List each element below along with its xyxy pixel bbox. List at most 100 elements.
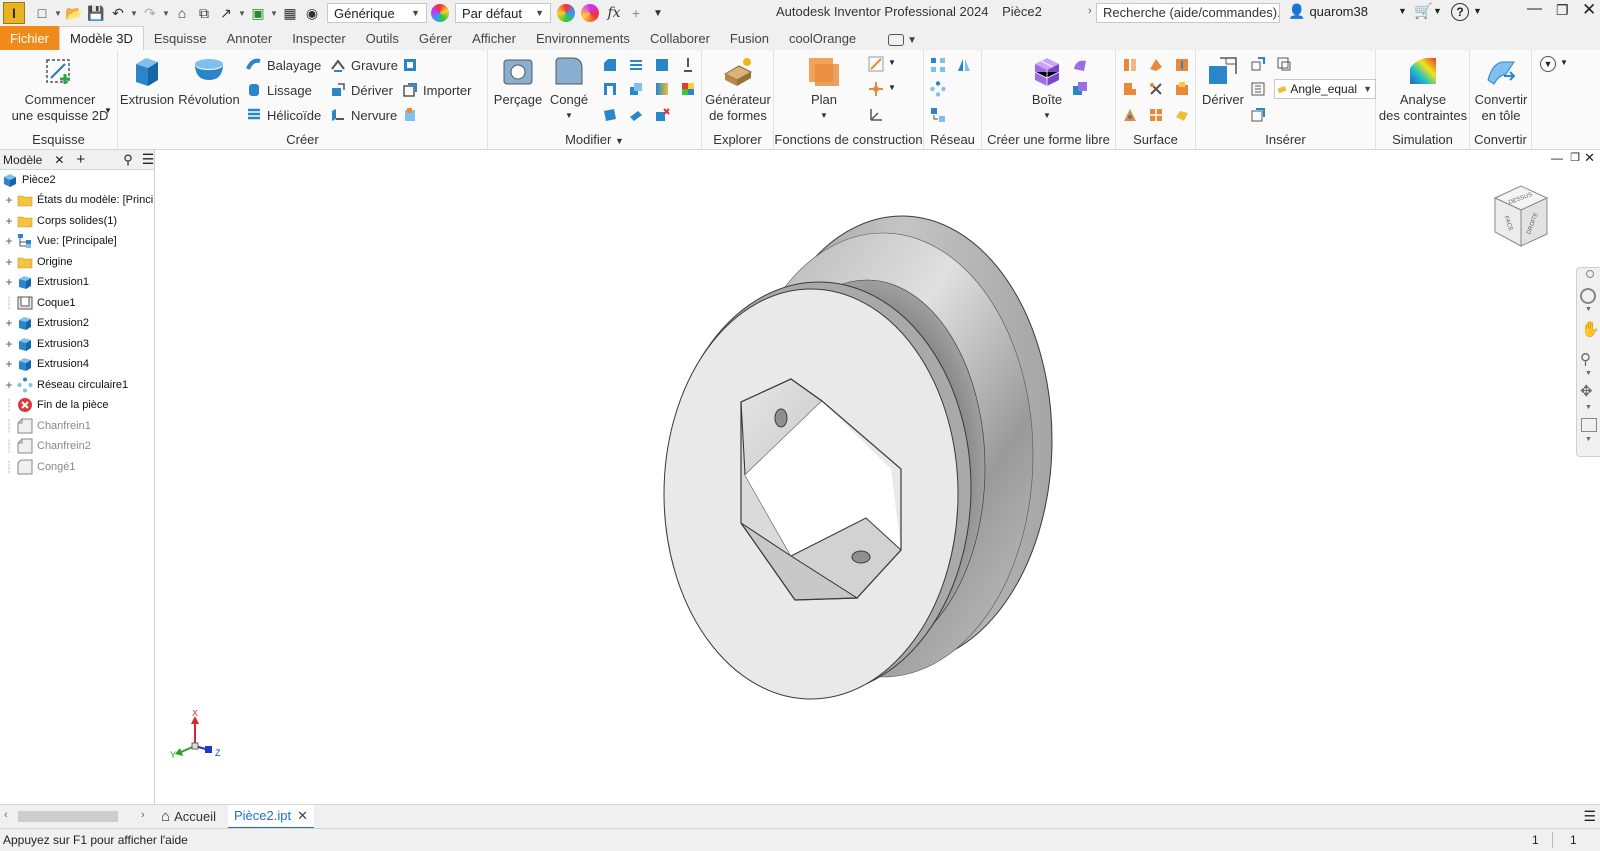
home-tab[interactable]: ⌂ Accueil <box>155 805 222 829</box>
tree-item[interactable]: ┊ Congé1 <box>0 457 76 477</box>
freeform-face-icon[interactable] <box>1072 57 1088 73</box>
material-sphere-icon[interactable]: ◉ <box>301 2 323 24</box>
mirror-icon[interactable] <box>956 57 972 73</box>
scroll-thumb[interactable] <box>18 811 118 822</box>
replace-face-icon[interactable] <box>680 81 696 97</box>
panel-title-modify[interactable]: Modifier ▼ <box>488 132 701 147</box>
part-model[interactable] <box>155 150 1600 804</box>
tree-item[interactable]: + Origine <box>0 252 72 272</box>
tab-sketch[interactable]: Esquisse <box>144 26 217 50</box>
point-dropdown-icon[interactable]: ▼ <box>888 83 896 92</box>
user-account[interactable]: 👤 quarom38 <box>1288 3 1368 20</box>
appearance-select[interactable]: Par défaut ▼ <box>455 3 551 23</box>
attach-icon[interactable] <box>1250 107 1266 123</box>
loft-button[interactable]: Lissage <box>246 79 312 101</box>
start-2d-sketch-button[interactable]: Commencer une esquisse 2D <box>8 54 112 124</box>
expand-plus-icon[interactable]: + <box>3 357 15 371</box>
tab-environments[interactable]: Environnements <box>526 26 640 50</box>
update-dropdown-icon[interactable]: ▼ <box>269 2 279 24</box>
rectangular-pattern-icon[interactable] <box>930 57 946 73</box>
tree-item[interactable]: + États du modèle: [Princi <box>0 190 153 210</box>
tree-item[interactable]: ┊ Chanfrein1 <box>0 416 91 436</box>
tab-3d-model[interactable]: Modèle 3D <box>59 26 144 50</box>
convert-sheet-metal-button[interactable]: Convertir en tôle <box>1472 54 1530 124</box>
revolution-button[interactable]: Révolution <box>176 54 242 108</box>
orbit-icon[interactable]: ✥ <box>1580 382 1593 400</box>
tab-annotate[interactable]: Annoter <box>217 26 283 50</box>
part-tab-close-icon[interactable]: ✕ <box>297 808 308 824</box>
patch-icon[interactable] <box>1122 81 1138 97</box>
ruled-surface-icon[interactable] <box>1122 107 1138 123</box>
measure-icon[interactable]: ▦ <box>279 2 301 24</box>
combine-icon[interactable] <box>628 81 644 97</box>
ribbon-display-toggle[interactable]: ▼ <box>888 34 917 46</box>
pan-hand-icon[interactable]: ✋ <box>1581 320 1600 338</box>
update-icon[interactable]: ▣ <box>247 2 269 24</box>
chamfer-icon[interactable] <box>602 57 618 73</box>
tree-item[interactable]: + Extrusion1 <box>0 272 89 292</box>
thicken-icon[interactable] <box>628 107 644 123</box>
customize-dropdown-icon[interactable]: ▼ <box>647 2 669 24</box>
circular-pattern-icon[interactable] <box>930 81 946 97</box>
tree-item[interactable]: + Vue: [Principale] <box>0 231 117 251</box>
restore-icon[interactable]: ❐ <box>1556 2 1569 19</box>
help-dropdown-icon[interactable]: ▼ <box>1473 6 1482 16</box>
undo-dropdown-icon[interactable]: ▼ <box>129 2 139 24</box>
user-dropdown-icon[interactable]: ▼ <box>1398 6 1407 16</box>
browser-add-icon[interactable]: + <box>76 151 85 168</box>
doc-tabs-menu-icon[interactable]: ☰ <box>1583 808 1596 825</box>
axis-icon[interactable] <box>868 56 884 72</box>
cart-dropdown-icon[interactable]: ▼ <box>1433 6 1442 16</box>
scroll-right-icon[interactable]: › <box>141 809 145 821</box>
delete-face-icon[interactable] <box>654 107 670 123</box>
coil-button[interactable]: Hélicoïde <box>246 104 321 126</box>
home-icon[interactable]: ⌂ <box>171 2 193 24</box>
import-button[interactable]: Importer <box>402 79 471 101</box>
sketch-pattern-icon[interactable] <box>930 107 946 123</box>
repair-bodies-icon[interactable] <box>1148 107 1164 123</box>
tree-item[interactable]: + Réseau circulaire1 <box>0 375 128 395</box>
open-folder-icon[interactable]: 📂 <box>63 2 85 24</box>
tab-coolorange[interactable]: coolOrange <box>779 26 866 50</box>
sweep-button[interactable]: Balayage <box>246 54 321 76</box>
browser-menu-icon[interactable]: ☰ <box>142 151 155 168</box>
derive-insert-button[interactable]: Dériver <box>1202 54 1244 108</box>
expand-plus-icon[interactable]: + <box>3 193 15 207</box>
expand-plus-icon[interactable]: + <box>3 378 15 392</box>
derive-button[interactable]: Dériver <box>330 79 393 101</box>
close-icon[interactable]: ✕ <box>1582 0 1596 20</box>
app-logo-icon[interactable]: I <box>3 2 25 24</box>
chevron-down-icon[interactable]: ▼ <box>1585 436 1592 443</box>
shape-generator-small-icon[interactable] <box>402 107 418 123</box>
thicken-offset-icon[interactable] <box>1122 57 1138 73</box>
shape-generator-button[interactable]: Générateur de formes <box>704 54 772 124</box>
nav-bar-close-icon[interactable] <box>1586 270 1594 278</box>
viewcube[interactable]: DESSUS FACE DROITE <box>1485 180 1555 255</box>
image-icon[interactable] <box>1276 56 1292 72</box>
tab-inspect[interactable]: Inspecter <box>282 26 355 50</box>
save-icon[interactable]: 💾 <box>85 2 107 24</box>
chevron-down-icon[interactable]: ▼ <box>1585 370 1592 377</box>
search-chevron-icon[interactable]: › <box>1088 5 1092 17</box>
browser-close-icon[interactable]: ✕ <box>54 153 64 167</box>
rib-button[interactable]: Nervure <box>330 104 397 126</box>
tab-view[interactable]: Afficher <box>462 26 526 50</box>
ucs-icon[interactable] <box>868 107 884 123</box>
zoom-icon[interactable]: ⚲ <box>1580 350 1591 368</box>
return-icon[interactable]: ⧉ <box>193 2 215 24</box>
hole-button[interactable]: Perçage <box>494 54 542 108</box>
tree-root-part[interactable]: Pièce2 <box>0 170 56 190</box>
help-icon[interactable]: ? <box>1451 3 1469 21</box>
expand-plus-icon[interactable]: + <box>3 337 15 351</box>
undo-icon[interactable]: ↶ <box>107 2 129 24</box>
browser-scrollbar[interactable]: ‹ › <box>0 804 155 828</box>
new-dropdown-icon[interactable]: ▼ <box>53 2 63 24</box>
plane-button[interactable]: Plan ▼ <box>802 54 846 124</box>
expand-plus-icon[interactable]: + <box>3 275 15 289</box>
ribbon-options-dropdown-icon[interactable]: ▼ <box>1560 58 1568 67</box>
material-select[interactable]: Générique ▼ <box>327 3 427 23</box>
adjust-appearance-icon[interactable] <box>557 4 575 22</box>
expand-plus-icon[interactable]: + <box>3 234 15 248</box>
decal-icon[interactable] <box>402 57 418 73</box>
tree-item[interactable]: + Extrusion2 <box>0 313 89 333</box>
